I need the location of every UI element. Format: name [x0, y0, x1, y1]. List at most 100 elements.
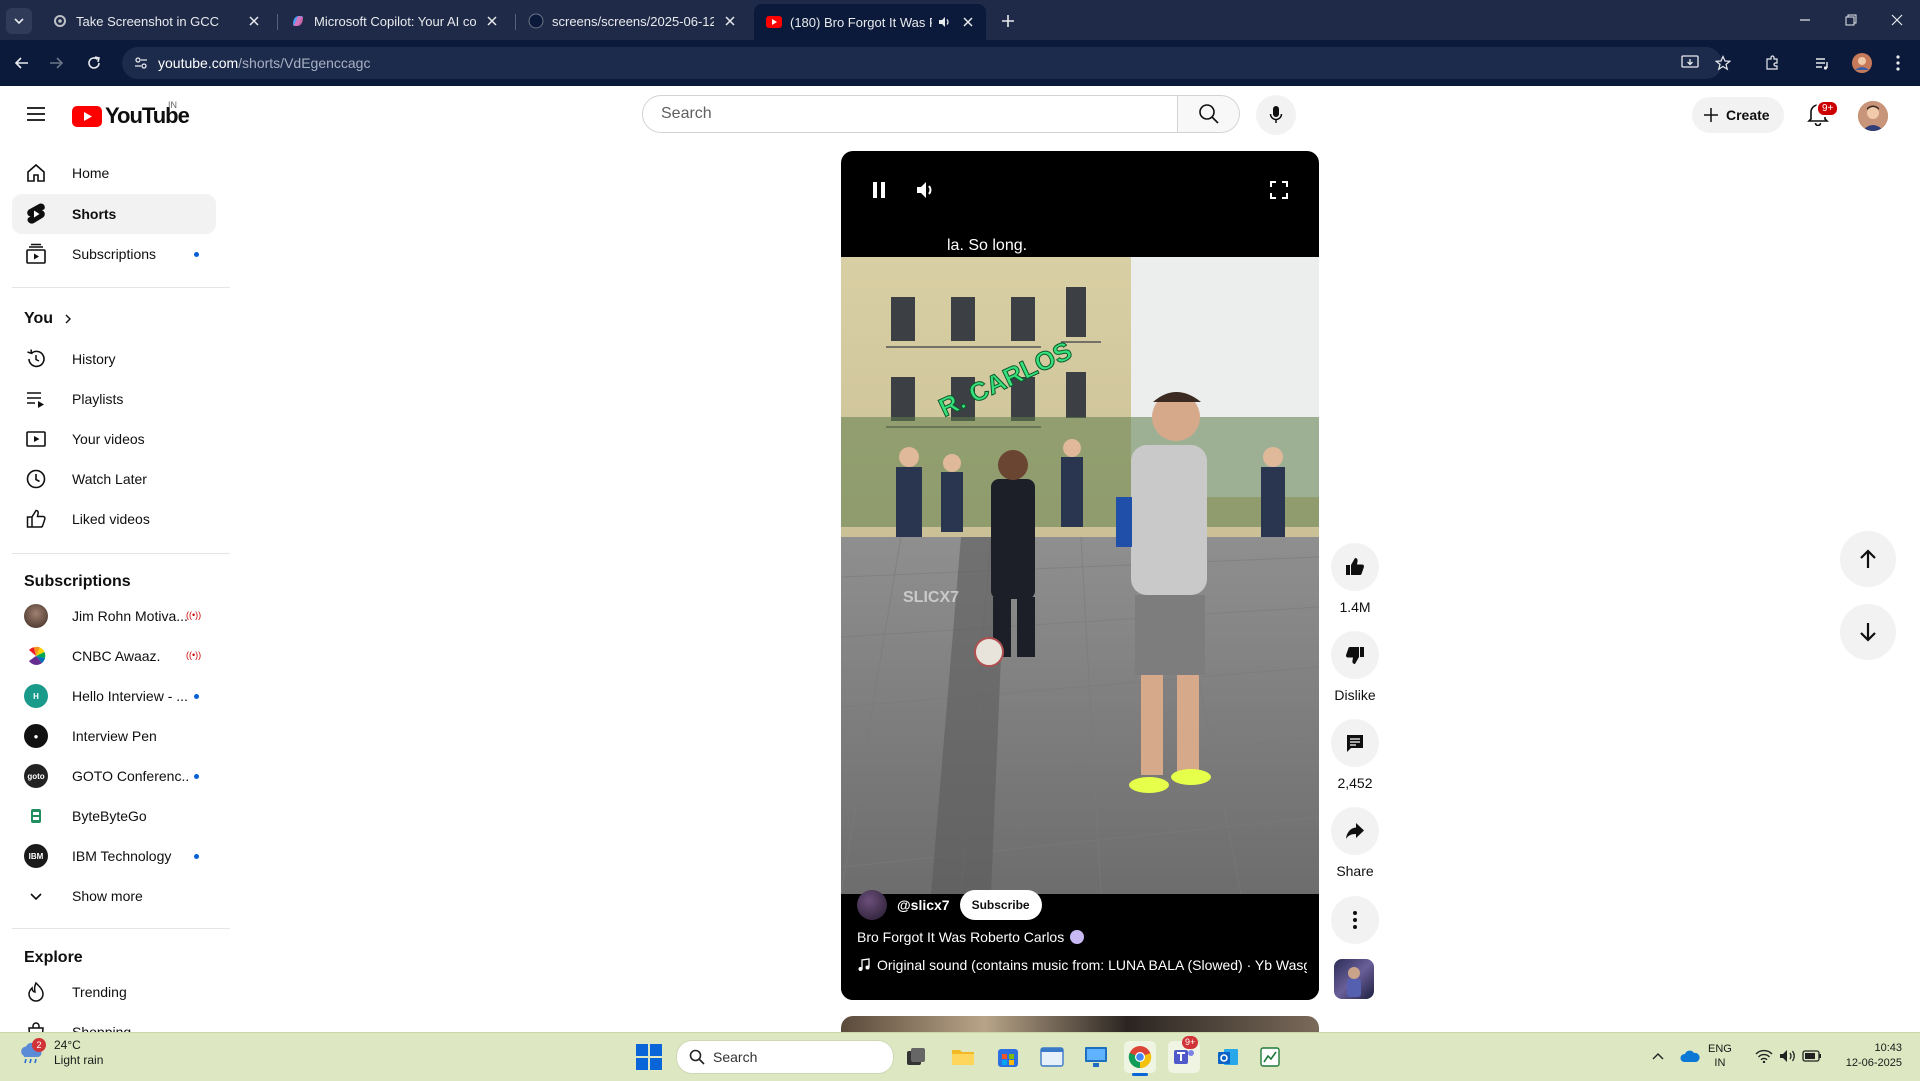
restore-icon [1845, 14, 1857, 26]
sidebar-item-liked-videos[interactable]: Liked videos [12, 499, 216, 539]
taskbar-search[interactable]: Search [676, 1040, 894, 1074]
wifi-tray-icon[interactable] [1754, 1046, 1774, 1066]
profile-avatar-icon[interactable] [1850, 51, 1874, 75]
previous-short-button[interactable] [1840, 531, 1896, 587]
weather-badge: 2 [32, 1038, 46, 1052]
extensions-icon[interactable] [1760, 51, 1784, 75]
comments-button[interactable] [1331, 719, 1379, 767]
sidebar-channel-item[interactable]: ByteByteGo [12, 796, 216, 836]
close-icon[interactable] [484, 13, 500, 29]
subscribe-button[interactable]: Subscribe [959, 890, 1042, 920]
weather-widget[interactable]: 2 24°C Light rain [18, 1038, 103, 1068]
install-app-icon[interactable] [1678, 51, 1702, 75]
site-info-icon[interactable] [130, 52, 152, 74]
browser-tab-3[interactable]: screens/screens/2025-06-12_0 [516, 4, 748, 38]
store-app[interactable] [992, 1041, 1024, 1073]
more-options-button[interactable] [1331, 896, 1379, 944]
new-tab-button[interactable] [996, 9, 1020, 33]
sidebar-item-history[interactable]: History [12, 339, 216, 379]
close-icon[interactable] [722, 13, 738, 29]
restore-button[interactable] [1836, 8, 1866, 32]
input-language[interactable]: ENG IN [1708, 1042, 1732, 1070]
back-button[interactable] [9, 50, 35, 76]
account-avatar[interactable] [1858, 101, 1888, 131]
next-short-button[interactable] [1840, 604, 1896, 660]
close-window-button[interactable] [1882, 8, 1912, 32]
chrome-app[interactable] [1124, 1041, 1156, 1073]
browser-tab-1[interactable]: Take Screenshot in GCC [40, 4, 272, 38]
sound-remix-thumbnail[interactable] [1334, 959, 1374, 999]
share-label: Share [1336, 863, 1374, 879]
remix-thumbnail-image [1347, 967, 1361, 997]
youtube-play-logo-icon [72, 105, 102, 127]
youtube-logo[interactable]: YouTube IN [72, 100, 190, 129]
reload-button[interactable] [81, 50, 107, 76]
sidebar-item-playlists[interactable]: Playlists [12, 379, 216, 419]
search-input[interactable] [659, 104, 1143, 124]
video-frame[interactable]: R. CARLOS SLICX7 [841, 257, 1319, 894]
channel-handle[interactable]: @slicx7 [897, 897, 950, 913]
guide-menu-button[interactable] [22, 100, 50, 128]
sidebar-item-home[interactable]: Home [12, 153, 216, 193]
bookmark-star-icon[interactable] [1711, 51, 1735, 75]
sidebar-item-your-videos[interactable]: Your videos [12, 419, 216, 459]
channel-avatar-icon: goto [24, 764, 48, 788]
more-menu-icon[interactable] [1886, 51, 1910, 75]
dislike-button[interactable] [1331, 631, 1379, 679]
battery-tray-icon[interactable] [1802, 1046, 1822, 1066]
voice-search-button[interactable] [1256, 95, 1296, 135]
close-icon[interactable] [960, 14, 976, 30]
sidebar-channel-item[interactable]: CNBC Awaaz. ((•)) [12, 636, 216, 676]
sidebar-channel-item[interactable]: ● Interview Pen [12, 716, 216, 756]
sidebar-item-shorts[interactable]: Shorts [12, 194, 216, 234]
sidebar-channel-item[interactable]: IBM IBM Technology [12, 836, 216, 876]
tab-search-button[interactable] [6, 8, 32, 34]
chart-app[interactable] [1254, 1041, 1286, 1073]
sidebar-item-label: Shopping [72, 1024, 132, 1032]
remote-desktop-app[interactable] [1080, 1041, 1112, 1073]
file-explorer-app[interactable] [947, 1041, 979, 1073]
pause-button[interactable] [861, 172, 897, 208]
sidebar-item-trending[interactable]: Trending [12, 972, 216, 1012]
tab-title: Microsoft Copilot: Your AI comp [314, 13, 476, 29]
volume-button[interactable] [908, 172, 944, 208]
outlook-app[interactable] [1212, 1041, 1244, 1073]
address-bar[interactable]: youtube.com/shorts/VdEgenccagc [122, 47, 1722, 79]
start-button[interactable] [636, 1044, 662, 1070]
app-window[interactable] [1036, 1041, 1068, 1073]
speaker-icon[interactable] [936, 14, 952, 30]
browser-tab-2[interactable]: Microsoft Copilot: Your AI comp [278, 4, 510, 38]
you-section-heading[interactable]: You [24, 310, 75, 328]
like-button[interactable] [1331, 543, 1379, 591]
create-button[interactable]: Create [1692, 97, 1784, 133]
volume-tray-icon[interactable] [1778, 1046, 1798, 1066]
sidebar-divider [12, 553, 230, 554]
fullscreen-button[interactable] [1261, 172, 1297, 208]
short-sound-link[interactable]: Original sound (contains music from: LUN… [857, 957, 1307, 973]
share-button[interactable] [1331, 807, 1379, 855]
sidebar-item-shopping[interactable]: Shopping [12, 1012, 216, 1032]
search-field[interactable] [642, 95, 1178, 133]
system-clock[interactable]: 10:43 12-06-2025 [1836, 1041, 1902, 1071]
sidebar-channel-item[interactable]: goto GOTO Conferenc... [12, 756, 216, 796]
forward-button[interactable] [43, 50, 69, 76]
sidebar-channel-item[interactable]: H Hello Interview - ... [12, 676, 216, 716]
short-title[interactable]: Bro Forgot It Was Roberto Carlos [857, 929, 1085, 945]
search-button[interactable] [1178, 95, 1240, 133]
sidebar-channel-item[interactable]: Jim Rohn Motiva... ((•)) [12, 596, 216, 636]
channel-avatar[interactable] [857, 890, 887, 920]
task-view-button[interactable] [900, 1041, 932, 1073]
sidebar-item-watch-later[interactable]: Watch Later [12, 459, 216, 499]
onedrive-tray-icon[interactable] [1680, 1046, 1700, 1066]
shorts-player[interactable]: la. So long. R. CARLOS SLICX7 @slicx7 Su… [841, 151, 1319, 1000]
clock-time: 10:43 [1874, 1042, 1902, 1054]
browser-tab-4-active[interactable]: (180) Bro Forgot It Was Rob [754, 4, 986, 40]
show-more-button[interactable]: Show more [12, 876, 216, 916]
media-control-icon[interactable] [1810, 51, 1834, 75]
sidebar-item-subscriptions[interactable]: Subscriptions [12, 234, 216, 274]
show-hidden-icons[interactable] [1648, 1046, 1668, 1066]
channel-name: Hello Interview - ... [72, 688, 188, 704]
minimize-button[interactable] [1790, 8, 1820, 32]
close-icon[interactable] [246, 13, 262, 29]
like-action: 1.4M [1330, 543, 1380, 615]
